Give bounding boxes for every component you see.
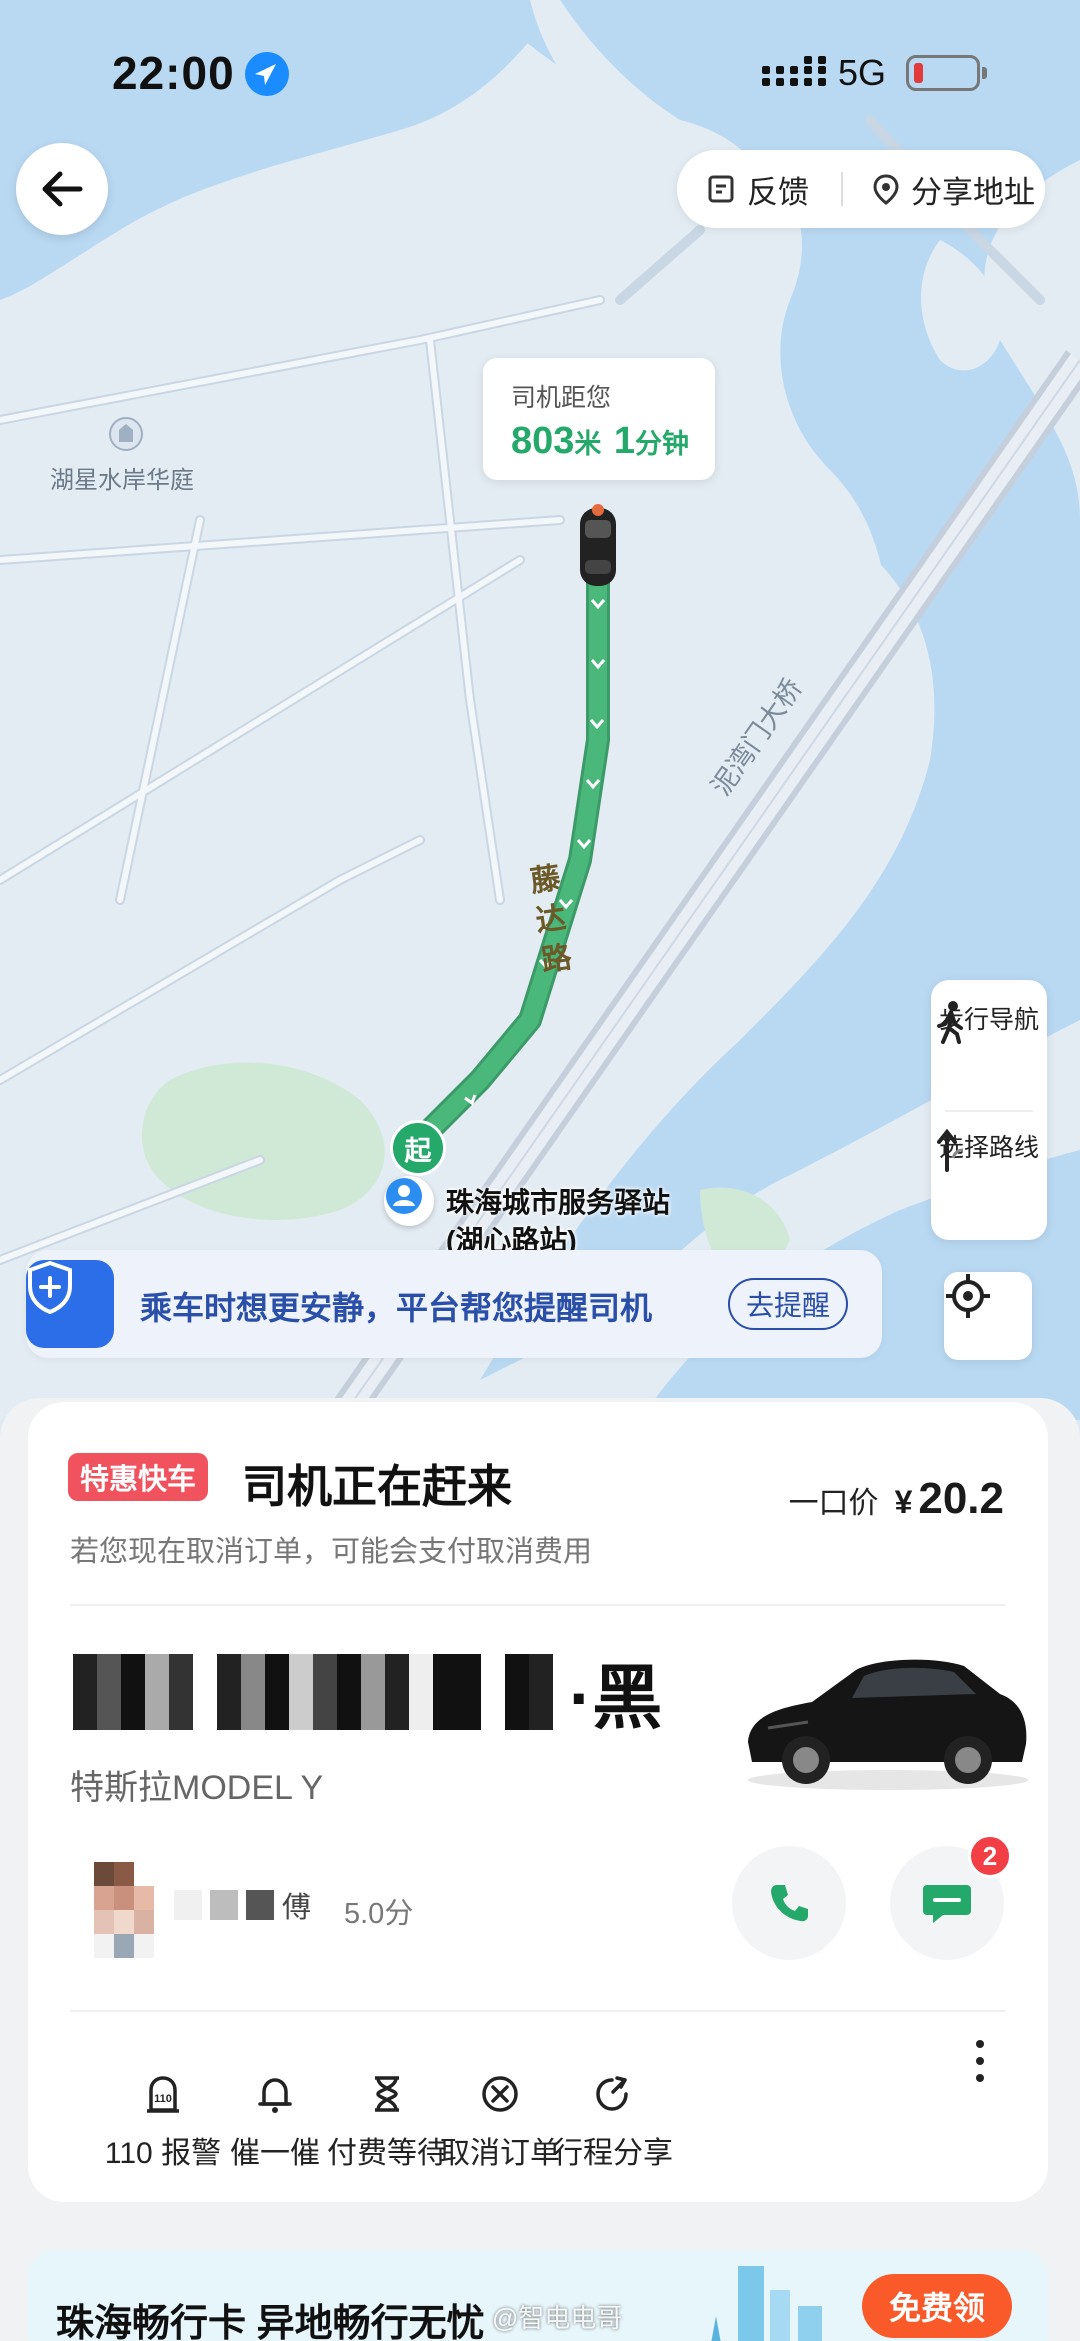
driver-rating: 5.0分 xyxy=(344,1898,414,1930)
choose-route-button[interactable]: 选择路线 xyxy=(931,1128,1047,1172)
car-model: 特斯拉MODEL Y xyxy=(70,1769,324,1807)
eta-time: 1 xyxy=(613,420,635,462)
eta-distance: 803 xyxy=(511,420,575,462)
shield-icon xyxy=(26,1260,114,1348)
city-skyline-icon xyxy=(711,2266,822,2341)
back-arrow-icon xyxy=(42,171,83,207)
svg-text:110: 110 xyxy=(154,2093,172,2105)
battery-icon xyxy=(906,55,987,91)
card-divider-2 xyxy=(70,2010,1006,2012)
eta-distance-unit: 米 xyxy=(574,429,602,459)
price-value: 20.2 xyxy=(918,1474,1004,1523)
claim-free-button[interactable]: 免费领 xyxy=(862,2274,1012,2338)
location-arrow-icon xyxy=(245,52,289,96)
walking-icon xyxy=(937,1001,963,1044)
top-actions-divider xyxy=(841,172,843,206)
driver-avatar xyxy=(94,1862,154,1958)
share-arrow-icon xyxy=(596,2076,628,2111)
quiet-ride-banner[interactable]: 乘车时想更安静，平台帮您提醒司机 去提醒 xyxy=(26,1250,882,1358)
network-type: 5G xyxy=(838,52,887,93)
trip-actions: 110 110 报警 催一催 付费等待 取消订单 行程分享 xyxy=(28,2014,1048,2170)
status-time: 22:00 xyxy=(112,47,235,99)
location-share-icon xyxy=(873,174,899,205)
locate-me-button[interactable] xyxy=(944,1272,1032,1360)
car-marker xyxy=(580,504,616,586)
map-side-tools: 步行导航 选择路线 xyxy=(931,980,1047,1240)
driver-name-suffix: 傅 xyxy=(282,1892,312,1924)
back-button[interactable] xyxy=(16,143,108,235)
top-actions-pill: 反馈 分享地址 xyxy=(677,150,1045,228)
crosshair-icon xyxy=(946,1274,990,1318)
unread-message-badge: 2 xyxy=(968,1834,1012,1878)
trip-card: 特惠快车 司机正在赶来 一口价 ¥ 20.2 若您现在取消订单，可能会支付取消费… xyxy=(28,1402,1048,2202)
watermark: @智电电哥 xyxy=(492,2303,623,2333)
bell-icon xyxy=(258,2078,292,2113)
pickup-station-label: 珠海城市服务驿站 (湖心路站) xyxy=(446,1187,671,1256)
trip-status: 司机正在赶来 xyxy=(242,1461,513,1512)
car-image xyxy=(748,1659,1028,1790)
license-plate: ·黑 xyxy=(73,1647,662,1737)
driver-eta-card: 司机距您 803米 1分钟 xyxy=(483,358,715,480)
card-divider xyxy=(70,1604,1006,1606)
price: 一口价 ¥ 20.2 xyxy=(789,1474,1004,1524)
cancel-circle-icon xyxy=(482,2076,518,2112)
start-marker: 起 xyxy=(390,1120,446,1176)
phone-icon xyxy=(771,1885,808,1922)
hourglass-icon xyxy=(375,2076,399,2112)
plate-pixelated xyxy=(73,1654,553,1730)
price-label: 一口价 xyxy=(788,1487,879,1520)
chat-icon xyxy=(923,1885,971,1923)
edit-note-icon xyxy=(708,175,734,203)
signal-icon xyxy=(762,56,826,86)
eta-label: 司机距您 xyxy=(511,384,612,412)
share-address-button[interactable]: 分享地址 xyxy=(857,167,1035,212)
side-tools-divider xyxy=(945,1110,1033,1112)
walk-nav-button[interactable]: 步行导航 xyxy=(931,1000,1047,1044)
promo-title: 珠海畅行卡 异地畅行无忧 xyxy=(56,2303,485,2341)
route-arrow-icon xyxy=(937,1128,964,1172)
status-bar: 22:00 5G xyxy=(0,0,1080,150)
driver-name: 傅 xyxy=(174,1884,311,1926)
cancel-fee-note: 若您现在取消订单，可能会支付取消费用 xyxy=(70,1536,593,1568)
feedback-button[interactable]: 反馈 xyxy=(677,167,827,212)
user-location-icon xyxy=(384,1176,434,1226)
action-share-trip[interactable]: 行程分享 xyxy=(538,2074,688,2172)
eta-values: 803米 1分钟 xyxy=(511,420,689,463)
safety-banner-text: 乘车时想更安静，平台帮您提醒司机 xyxy=(140,1290,653,1326)
call-driver-button[interactable] xyxy=(732,1846,846,1960)
ride-type-badge: 特惠快车 xyxy=(68,1453,209,1501)
price-currency: ¥ xyxy=(894,1484,913,1520)
poi-label: 湖星水岸华庭 xyxy=(50,467,194,494)
plate-color-text: ·黑 xyxy=(569,1658,663,1737)
remind-driver-button[interactable]: 去提醒 xyxy=(728,1278,848,1330)
police-110-icon: 110 xyxy=(147,2076,179,2113)
eta-time-unit: 分钟 xyxy=(635,429,689,459)
more-actions-button[interactable] xyxy=(973,2040,987,2091)
